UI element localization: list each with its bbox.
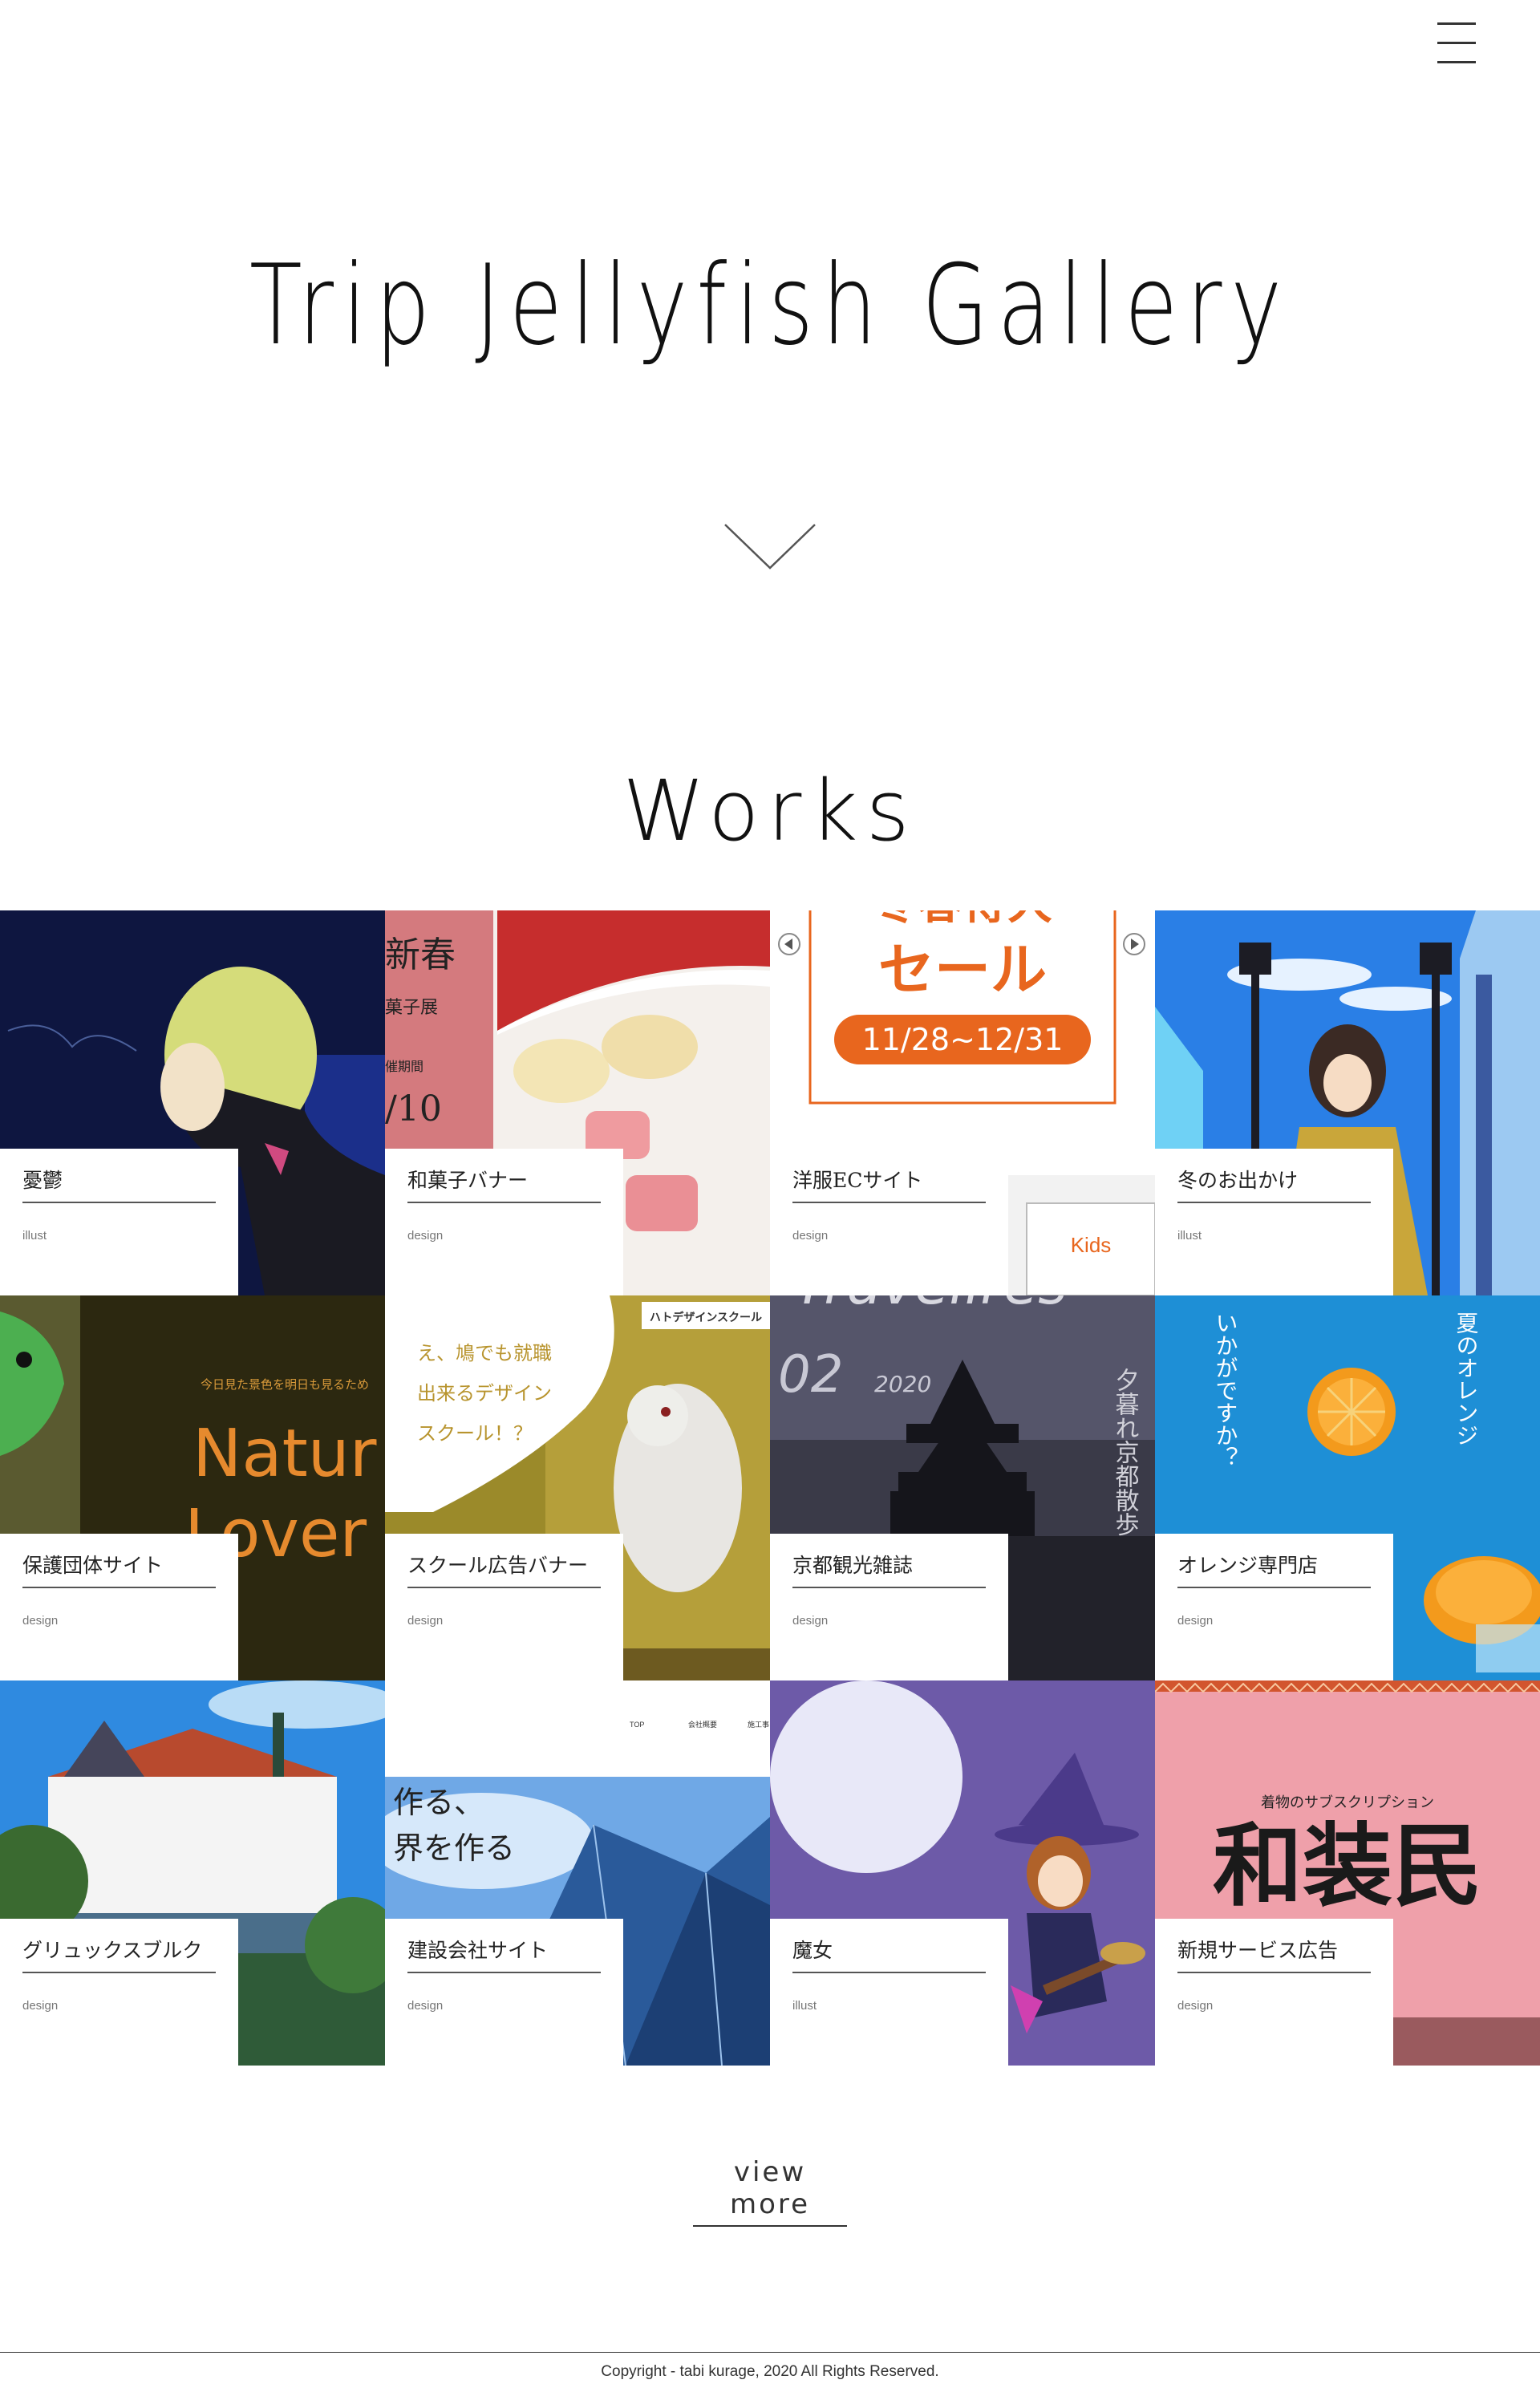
thumb-text: 夏のオレンジ xyxy=(1453,1312,1480,1446)
thumb-text: 今日見た景色を明日も見るため xyxy=(201,1377,369,1392)
work-category: design xyxy=(407,1614,444,1628)
works-heading: Works xyxy=(622,762,918,860)
work-title: グリュックスブルク xyxy=(22,1935,216,1973)
work-title: 建設会社サイト xyxy=(407,1935,601,1973)
thumb-text: 出来るデザイン xyxy=(417,1382,552,1405)
work-category: design xyxy=(22,1614,59,1628)
work-title: 洋服ECサイト xyxy=(792,1165,986,1203)
work-category: design xyxy=(407,1229,444,1243)
work-card[interactable]: 着物のサブスクリプション 和装民 新規サービス広告 design xyxy=(1155,1680,1540,2066)
thumb-text: Kids xyxy=(1071,1233,1112,1257)
work-info: 冬のお出かけ illust xyxy=(1155,1149,1393,1295)
work-category: design xyxy=(792,1614,829,1628)
thumb-text: TOP xyxy=(630,1721,644,1729)
work-card[interactable]: TOP 会社概要 施工事 作る、 界を作る 建設会社サイト design xyxy=(385,1680,770,2066)
work-title: 和菓子バナー xyxy=(407,1165,601,1203)
thumb-text: 菓子展 xyxy=(385,998,438,1018)
work-category: design xyxy=(792,1229,829,1243)
work-category: design xyxy=(407,1999,444,2013)
chevron-down-icon[interactable] xyxy=(722,521,818,573)
work-info: 洋服ECサイト design xyxy=(770,1149,1008,1295)
work-info: オレンジ専門店 design xyxy=(1155,1534,1393,1680)
work-title: オレンジ専門店 xyxy=(1177,1550,1371,1588)
thumb-text: 新春 xyxy=(385,935,456,975)
work-info: 建設会社サイト design xyxy=(385,1919,623,2066)
work-card[interactable]: 憂鬱 illust xyxy=(0,910,385,1295)
work-category: design xyxy=(1177,1999,1214,2013)
thumb-text: 11/28~12/31 xyxy=(862,1022,1064,1057)
work-info: 和菓子バナー design xyxy=(385,1149,623,1295)
work-info: グリュックスブルク design xyxy=(0,1919,238,2066)
thumb-text: え、鳩でも就職 xyxy=(417,1342,552,1364)
thumb-text: Natur xyxy=(192,1416,377,1492)
thumb-text: スクール！？ xyxy=(417,1422,533,1445)
work-title: 京都観光雑誌 xyxy=(792,1550,986,1588)
view-more-link[interactable]: view more xyxy=(693,2156,847,2227)
thumb-text: セール xyxy=(878,937,1047,1003)
work-card[interactable]: 新春 菓子展 催期間 /10 和菓子バナー design xyxy=(385,910,770,1295)
work-title: 新規サービス広告 xyxy=(1177,1935,1371,1973)
thumb-text: Travellres xyxy=(794,1295,1068,1317)
work-info: 憂鬱 illust xyxy=(0,1149,238,1295)
work-card[interactable]: 魔女 illust xyxy=(770,1680,1155,2066)
thumb-text: 作る、 xyxy=(393,1785,484,1820)
hamburger-menu-icon[interactable] xyxy=(1437,22,1479,63)
work-category: illust xyxy=(1177,1229,1202,1243)
work-card[interactable]: グリュックスブルク design xyxy=(0,1680,385,2066)
thumb-text: 着物のサブスクリプション xyxy=(1261,1794,1434,1811)
work-info: 保護団体サイト design xyxy=(0,1534,238,1680)
work-category: illust xyxy=(22,1229,47,1243)
work-title: 保護団体サイト xyxy=(22,1550,216,1588)
menu-line xyxy=(1437,42,1476,44)
thumb-text: 施工事 xyxy=(748,1720,769,1729)
work-title: 憂鬱 xyxy=(22,1165,216,1203)
works-grid: 憂鬱 illust 新春 菓子展 催期間 /10 和菓子バナー design セ… xyxy=(0,910,1540,2066)
work-info: 新規サービス広告 design xyxy=(1155,1919,1393,2066)
work-info: 魔女 illust xyxy=(770,1919,1008,2066)
work-category: design xyxy=(1177,1614,1214,1628)
thumb-text: 催期間 xyxy=(385,1059,424,1074)
work-title: スクール広告バナー xyxy=(407,1550,601,1588)
thumb-text: 会社概要 xyxy=(688,1720,717,1729)
work-card[interactable]: Travellres 02 2020 夕暮れ京都散歩 京都観光雑誌 design xyxy=(770,1295,1155,1680)
menu-line xyxy=(1437,61,1476,63)
work-title: 冬のお出かけ xyxy=(1177,1165,1371,1203)
thumb-text: 02 xyxy=(778,1345,843,1405)
work-card[interactable]: ハトデザインスクール え、鳩でも就職 出来るデザイン スクール！？ スクール広告… xyxy=(385,1295,770,1680)
work-title: 魔女 xyxy=(792,1935,986,1973)
thumb-text: 夕暮れ京都散歩 xyxy=(1111,1368,1140,1536)
work-card[interactable]: いかがですか？ 夏のオレンジ オレンジ専門店 design xyxy=(1155,1295,1540,1680)
work-category: design xyxy=(22,1999,59,2013)
copyright-text: Copyright - tabi kurage, 2020 All Rights… xyxy=(601,2363,939,2380)
work-card[interactable]: 今日見た景色を明日も見るため Natur Lover 保護団体サイト desig… xyxy=(0,1295,385,1680)
work-info: スクール広告バナー design xyxy=(385,1534,623,1680)
work-card[interactable]: 冬春得大 セール 11/28~12/31 Kids 洋服ECサイト design xyxy=(770,910,1155,1295)
menu-line xyxy=(1437,22,1476,25)
thumb-text: /10 xyxy=(385,1089,442,1129)
thumb-text: 界を作る xyxy=(393,1830,515,1866)
thumb-text: 冬春得大 xyxy=(873,910,1052,930)
thumb-text: いかがですか？ xyxy=(1213,1312,1239,1469)
work-card[interactable]: 冬のお出かけ illust xyxy=(1155,910,1540,1295)
thumb-text: 2020 xyxy=(874,1371,931,1397)
site-title: Trip Jellyfish Gallery xyxy=(249,241,1291,370)
work-info: 京都観光雑誌 design xyxy=(770,1534,1008,1680)
work-category: illust xyxy=(792,1999,817,2013)
footer-divider xyxy=(0,2352,1540,2353)
thumb-text: ハトデザインスクール xyxy=(650,1311,762,1324)
thumb-text: 和装民 xyxy=(1213,1814,1482,1919)
